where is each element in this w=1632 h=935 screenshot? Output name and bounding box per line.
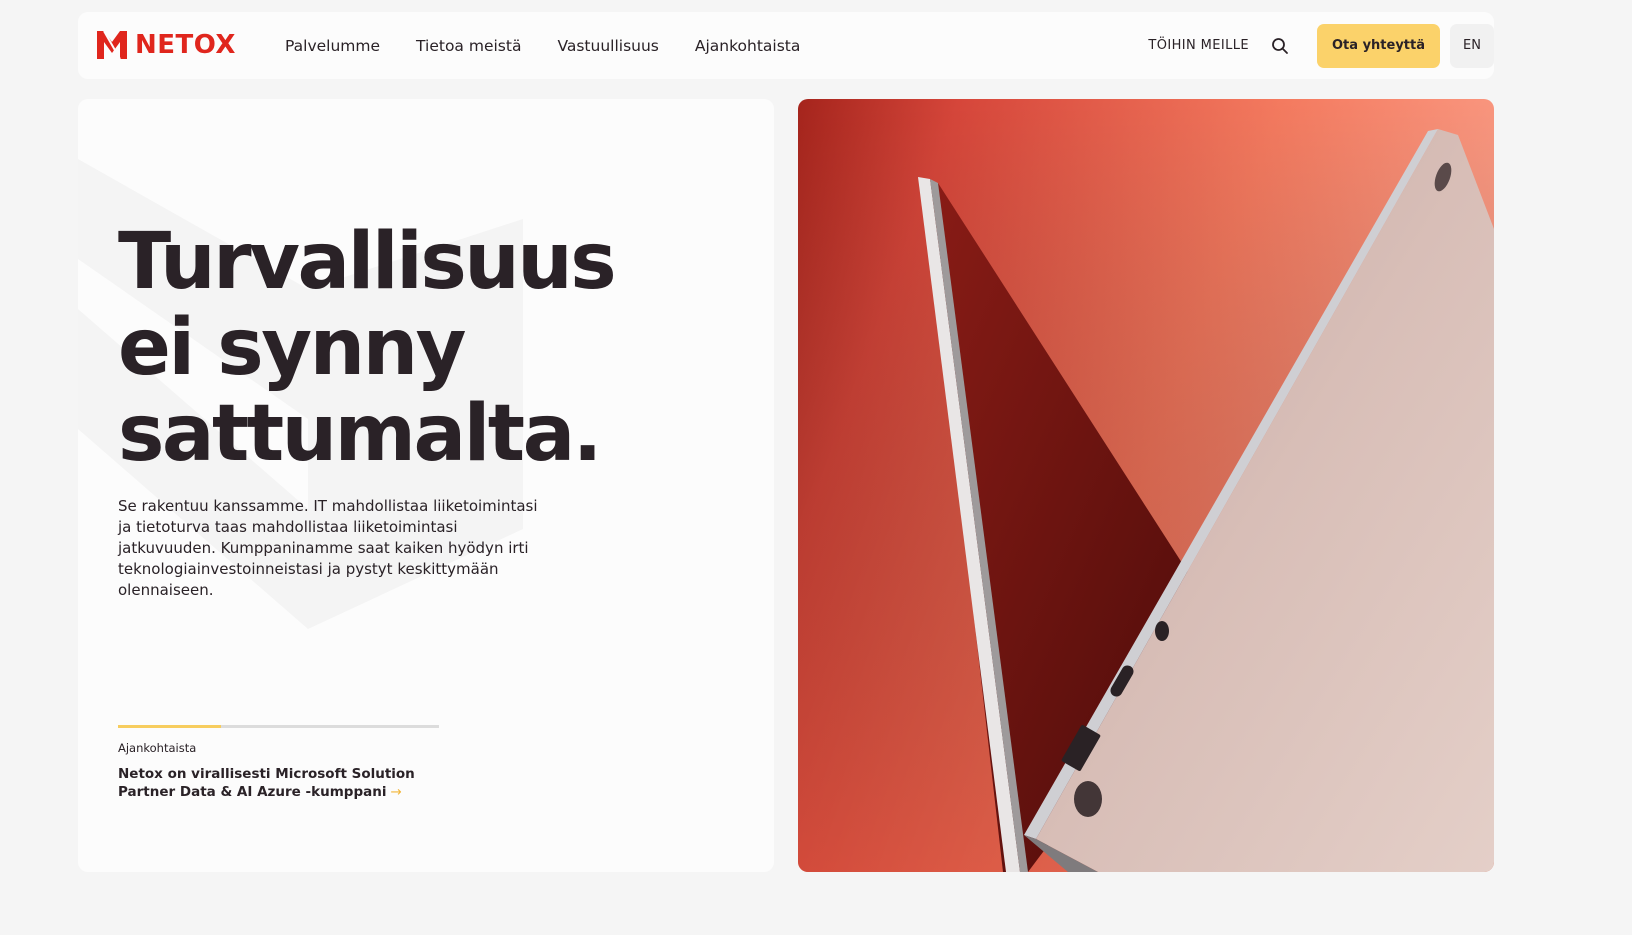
contact-button[interactable]: Ota yhteyttä bbox=[1317, 23, 1440, 68]
netox-logo-mark-icon bbox=[97, 30, 127, 60]
main-nav: Palvelumme Tietoa meistä Vastuullisuus A… bbox=[285, 12, 836, 79]
language-switch-button[interactable]: EN bbox=[1450, 23, 1494, 68]
hero-intro-text: Se rakentuu kanssamme. IT mahdollistaa l… bbox=[118, 497, 538, 599]
headline-line-3: sattumalta. bbox=[118, 389, 602, 479]
background-watermark-shape bbox=[78, 159, 523, 629]
laptop-image bbox=[798, 99, 1494, 872]
news-headline-text: Netox on virallisesti Microsoft Solution… bbox=[118, 766, 415, 800]
careers-link[interactable]: TÖIHIN MEILLE bbox=[1148, 38, 1249, 53]
headline-line-1: Turvallisuus bbox=[118, 217, 617, 307]
headline-line-2: ei synny bbox=[118, 303, 466, 393]
hero-card: Turvallisuus ei synny sattumalta. Se rak… bbox=[78, 99, 774, 872]
hero-headline: Turvallisuus ei synny sattumalta. bbox=[118, 219, 718, 477]
search-icon[interactable] bbox=[1269, 35, 1291, 57]
logo-text: NETOX bbox=[135, 30, 236, 60]
nav-item-ajankohtaista[interactable]: Ajankohtaista bbox=[695, 37, 801, 55]
arrow-right-icon: → bbox=[390, 784, 402, 800]
site-header: NETOX Palvelumme Tietoa meistä Vastuulli… bbox=[78, 12, 1494, 79]
nav-item-palvelumme[interactable]: Palvelumme bbox=[285, 37, 380, 55]
news-category-label: Ajankohtaista bbox=[118, 741, 197, 755]
news-progress-bar bbox=[118, 725, 439, 728]
netox-logo[interactable]: NETOX bbox=[95, 28, 236, 62]
hero-image-laptop bbox=[798, 99, 1494, 872]
header-actions: TÖIHIN MEILLE Ota yhteyttä EN bbox=[1148, 12, 1494, 79]
nav-item-vastuullisuus[interactable]: Vastuullisuus bbox=[557, 37, 658, 55]
news-headline-link[interactable]: Netox on virallisesti Microsoft Solution… bbox=[118, 765, 448, 801]
news-progress-fill bbox=[118, 725, 221, 728]
nav-item-tietoa-meista[interactable]: Tietoa meistä bbox=[416, 37, 521, 55]
